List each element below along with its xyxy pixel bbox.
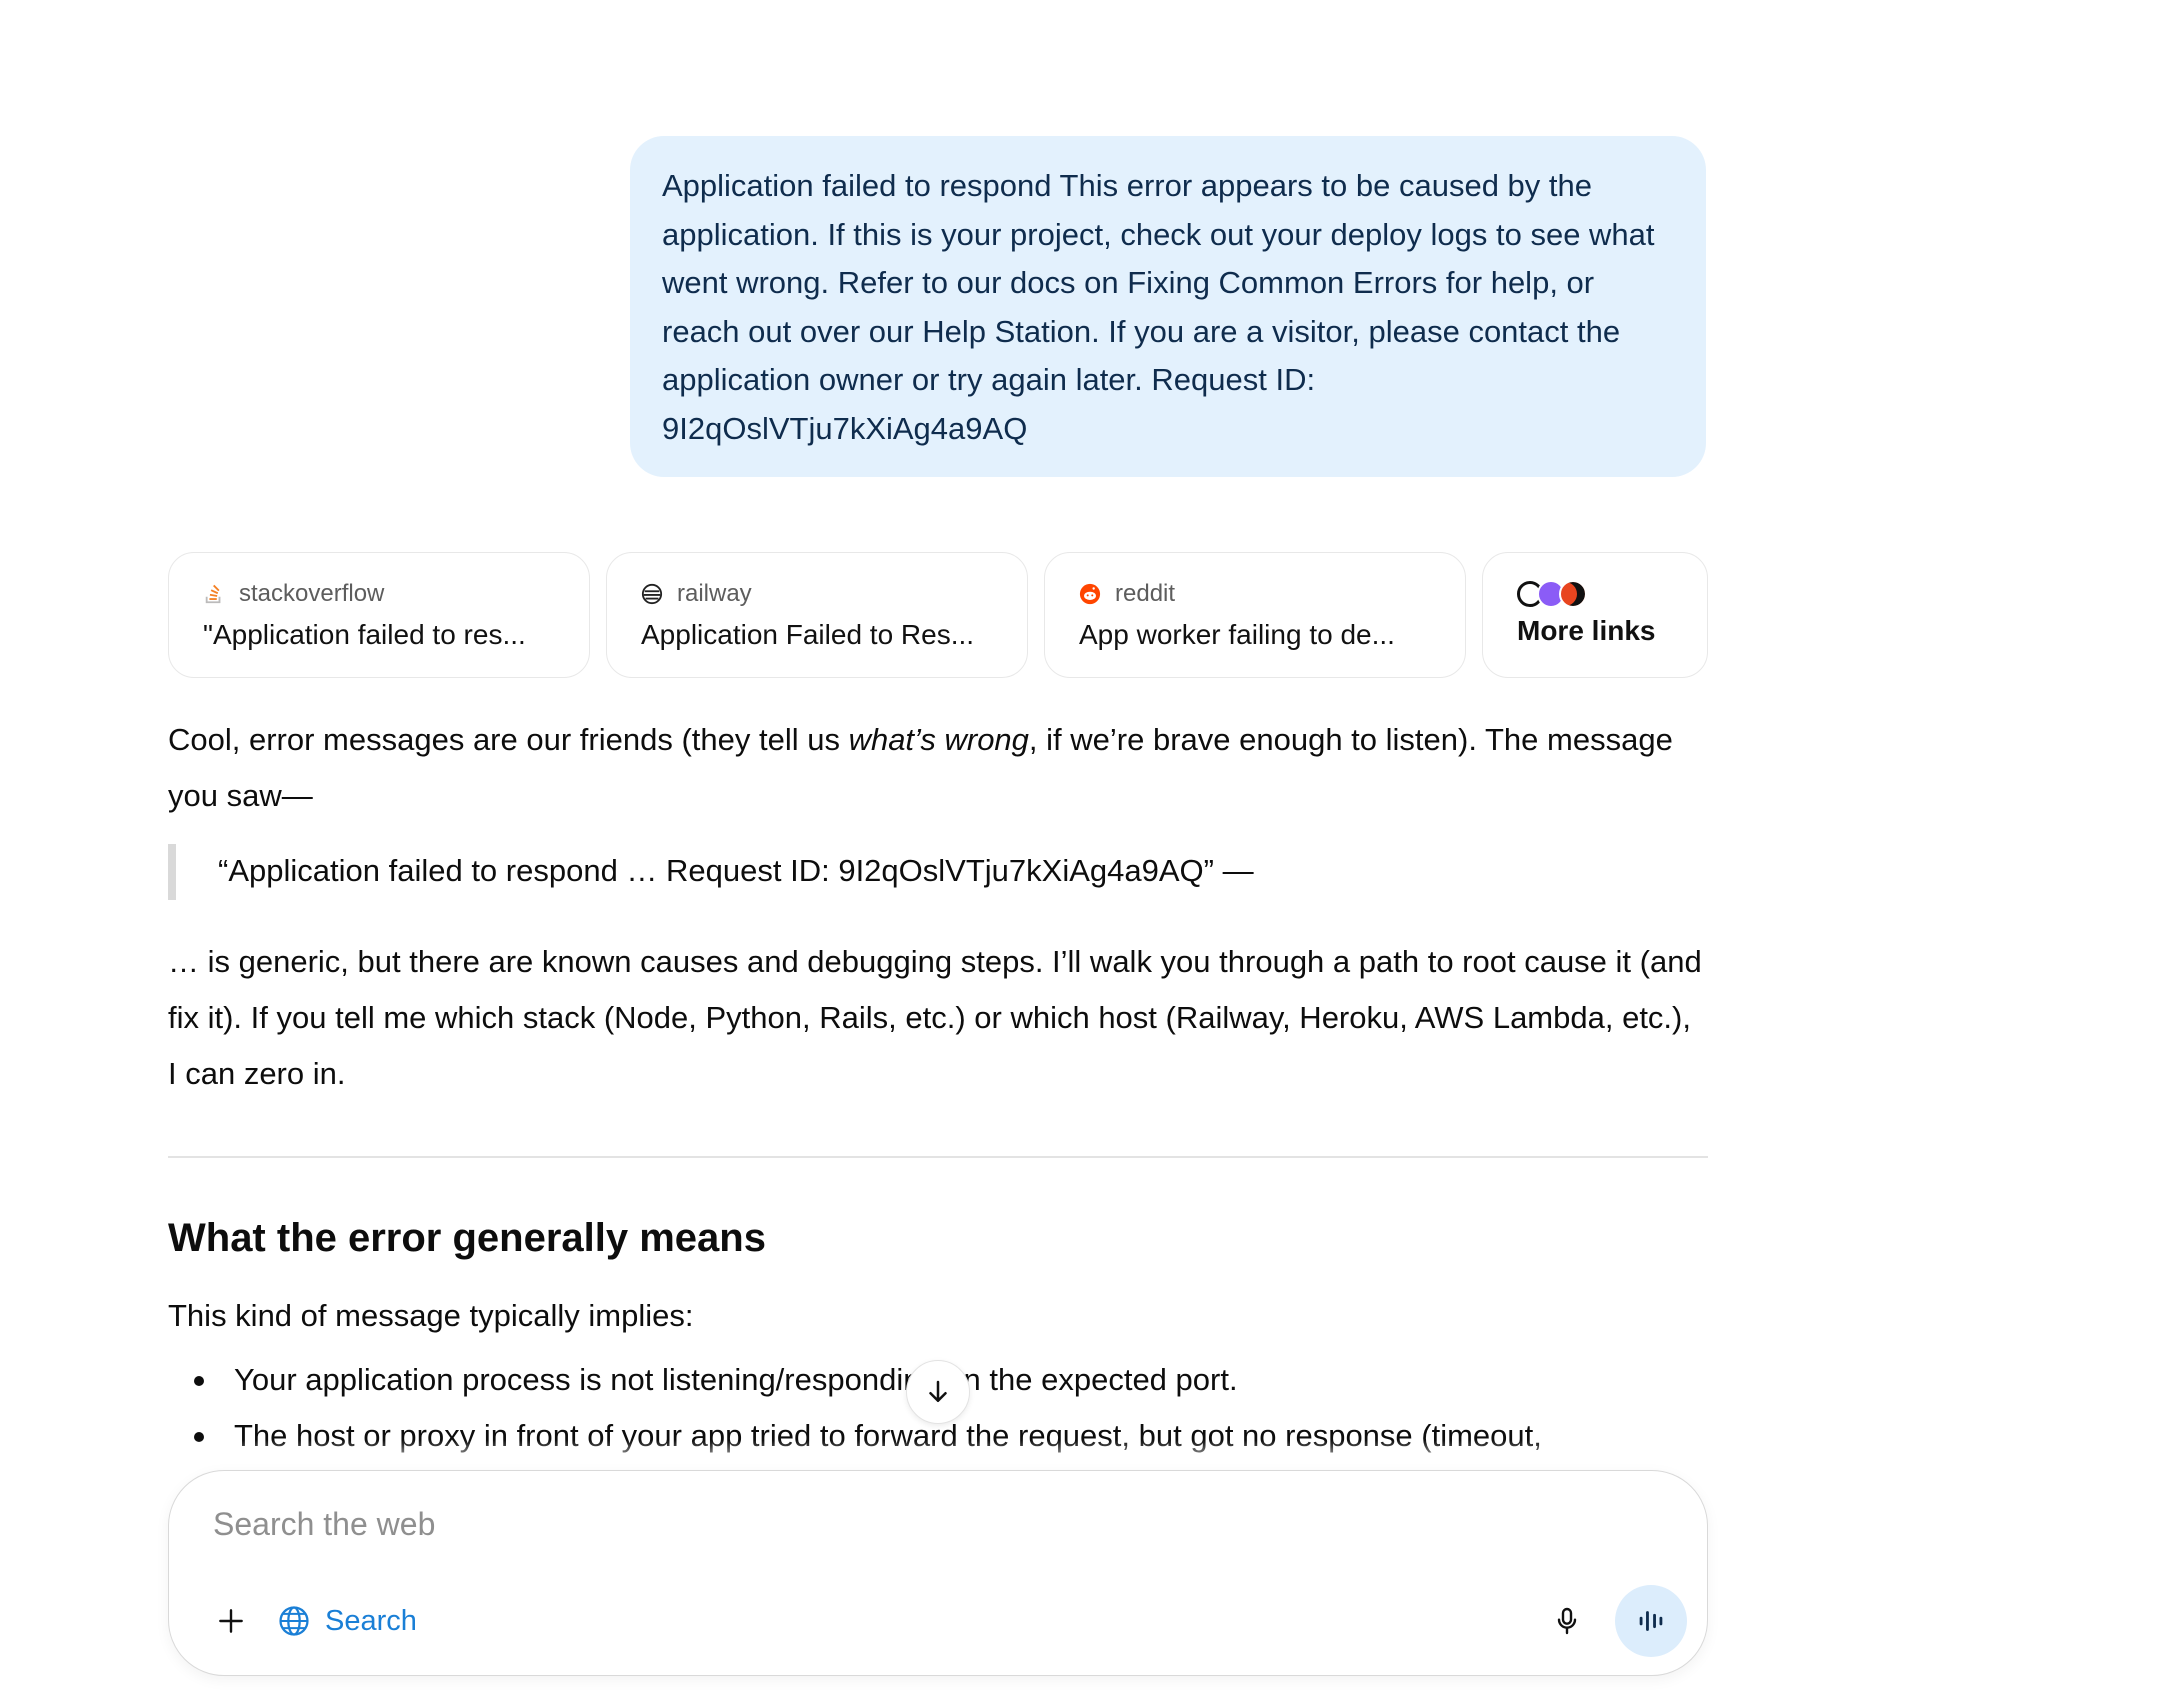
bullet-dot	[194, 1376, 204, 1386]
more-links-label: More links	[1517, 615, 1656, 646]
search-toggle-label: Search	[325, 1604, 417, 1637]
list-item-text: Your application process is not listenin…	[234, 1362, 1238, 1397]
waveform-icon	[1639, 1611, 1663, 1631]
orange-site-icon	[1559, 580, 1587, 608]
paragraph-text: … is generic, but there are known causes…	[168, 944, 1702, 1091]
globe-icon	[279, 1606, 309, 1636]
railway-icon	[641, 583, 663, 605]
source-card-header: reddit	[1079, 577, 1465, 611]
source-title: App worker failing to de...	[1079, 619, 1395, 650]
source-site-name: stackoverflow	[239, 580, 385, 607]
stackoverflow-icon	[205, 584, 221, 604]
source-site-name: reddit	[1115, 580, 1176, 607]
source-title: "Application failed to res...	[203, 619, 526, 650]
user-message-bubble: Application failed to respond This error…	[630, 136, 1706, 477]
more-links-card[interactable]: More links	[1482, 552, 1708, 678]
source-card-railway[interactable]: railway Application Failed to Res...	[606, 552, 1028, 678]
source-site-name: railway	[677, 580, 752, 607]
section-heading: What the error generally means	[168, 1216, 766, 1260]
paragraph-text: Cool, error messages are our friends (th…	[168, 722, 849, 757]
content-fade	[0, 1440, 2172, 1470]
composer: Search	[168, 1470, 1708, 1676]
plus-icon	[219, 1609, 243, 1633]
source-card-reddit[interactable]: reddit App worker failing to de...	[1044, 552, 1466, 678]
search-input[interactable]	[211, 1505, 1515, 1544]
source-card-header: railway	[641, 577, 1027, 611]
chat-page: Application failed to respond This error…	[0, 0, 2172, 1692]
more-links-icons	[1517, 577, 1707, 611]
dictate-button[interactable]	[1541, 1595, 1593, 1647]
source-title: Application Failed to Res...	[641, 619, 975, 650]
microphone-icon	[1557, 1607, 1577, 1635]
scroll-to-bottom-button[interactable]	[906, 1360, 970, 1424]
voice-mode-button[interactable]	[1615, 1585, 1687, 1657]
source-cards: stackoverflow "Application failed to res…	[168, 552, 1708, 680]
assistant-intro: Cool, error messages are our friends (th…	[168, 712, 1708, 824]
arrow-down-icon	[929, 1380, 947, 1402]
source-card-header: stackoverflow	[203, 577, 589, 611]
assistant-paragraph: Cool, error messages are our friends (th…	[168, 712, 1708, 824]
search-toggle-button[interactable]: Search	[277, 1595, 417, 1647]
assistant-paragraph-2: … is generic, but there are known causes…	[168, 934, 1708, 1102]
emphasis-text: what’s wrong	[848, 722, 1029, 757]
source-card-stackoverflow[interactable]: stackoverflow "Application failed to res…	[168, 552, 590, 678]
divider	[168, 1156, 1708, 1158]
add-attachment-button[interactable]	[205, 1595, 257, 1647]
section-intro: This kind of message typically implies:	[168, 1298, 694, 1333]
blockquote: “Application failed to respond … Request…	[168, 844, 1254, 900]
reddit-icon	[1079, 583, 1101, 605]
